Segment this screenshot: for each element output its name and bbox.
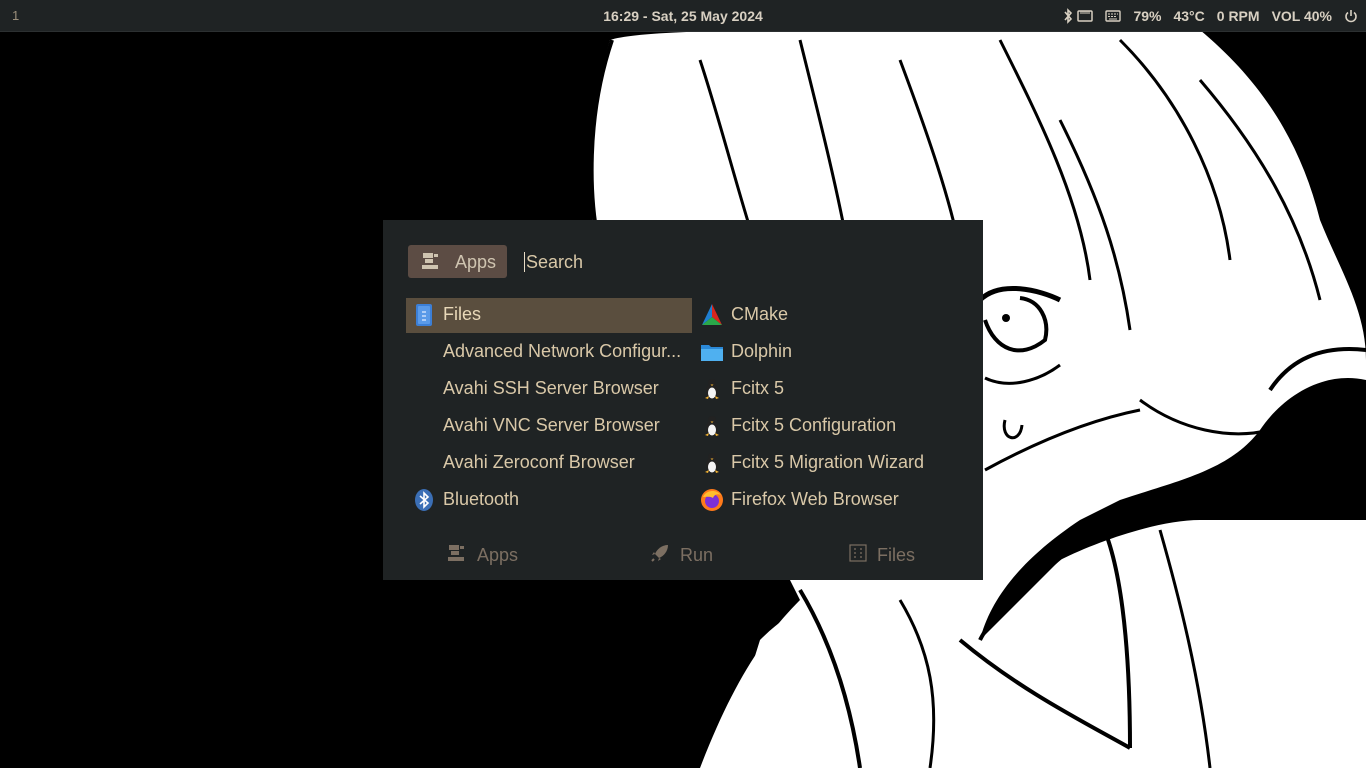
status-tray: 79% 43°C 0 RPM VOL 40%	[1063, 0, 1358, 32]
list-item[interactable]: Firefox Web Browser	[694, 483, 980, 518]
list-item[interactable]: Fcitx 5 Configuration	[694, 409, 980, 444]
tux-icon	[700, 414, 724, 438]
tux-icon	[700, 377, 724, 401]
item-label: Firefox Web Browser	[731, 489, 899, 509]
item-label: Dolphin	[731, 341, 793, 361]
item-label: Fcitx 5 Migration Wizard	[731, 452, 925, 472]
app-list-right-column: CMake Dolphin Fcitx 5 Fcitx 5 Configurat…	[694, 298, 980, 520]
item-label: Advanced Network Configur...	[443, 341, 682, 361]
power-icon[interactable]	[1344, 9, 1358, 23]
item-label: Avahi SSH Server Browser	[443, 378, 659, 398]
item-label: CMake	[731, 304, 789, 324]
files-tab-icon	[849, 543, 867, 567]
item-label: Avahi VNC Server Browser	[443, 415, 660, 435]
item-label: Fcitx 5	[731, 378, 785, 398]
text-caret	[524, 252, 525, 272]
item-label: Files	[443, 304, 482, 324]
battery-status[interactable]: 79%	[1133, 8, 1161, 24]
item-label: Bluetooth	[443, 489, 520, 509]
tab-files[interactable]: Files	[849, 540, 915, 570]
app-list-left-column: Files Advanced Network Configur... Avahi…	[406, 298, 692, 520]
files-icon	[412, 303, 436, 327]
mode-chip-label: Apps	[455, 252, 497, 272]
list-item[interactable]: Fcitx 5	[694, 372, 980, 407]
app-launcher: Apps Search Files Advanced Network Confi…	[383, 220, 983, 580]
dolphin-folder-icon	[700, 340, 724, 364]
mode-chip-apps[interactable]: Apps	[408, 245, 507, 278]
search-placeholder: Search	[526, 251, 584, 272]
top-bar: 1 16:29 - Sat, 25 May 2024 79% 43°C 0 RP…	[0, 0, 1366, 32]
firefox-icon	[700, 488, 724, 512]
tab-files-label: Files	[877, 544, 916, 565]
keyboard-icon[interactable]	[1105, 10, 1122, 22]
apps-tab-icon	[447, 544, 467, 567]
bluetooth-icon	[412, 488, 436, 512]
list-item[interactable]: Advanced Network Configur...	[406, 335, 692, 370]
tab-run-label: Run	[680, 544, 714, 565]
rocket-icon	[650, 543, 670, 568]
volume-status[interactable]: VOL 40%	[1272, 8, 1332, 24]
list-item[interactable]: Avahi VNC Server Browser	[406, 409, 692, 444]
list-item[interactable]: Bluetooth	[406, 483, 692, 518]
list-item[interactable]: Avahi Zeroconf Browser	[406, 446, 692, 481]
bluetooth-tray-icon[interactable]	[1063, 8, 1073, 24]
list-item[interactable]: CMake	[694, 298, 980, 333]
list-item[interactable]: Dolphin	[694, 335, 980, 370]
network-wired-icon[interactable]	[1077, 9, 1094, 23]
cmake-icon	[700, 303, 724, 327]
list-item[interactable]: Avahi SSH Server Browser	[406, 372, 692, 407]
list-item[interactable]: Files	[406, 298, 692, 333]
tab-apps[interactable]: Apps	[447, 540, 518, 570]
fan-status[interactable]: 0 RPM	[1217, 8, 1260, 24]
apps-mode-icon	[421, 252, 441, 275]
tab-apps-label: Apps	[477, 544, 519, 565]
list-item[interactable]: Fcitx 5 Migration Wizard	[694, 446, 980, 481]
mode-switcher: Apps Run Files	[383, 540, 983, 570]
tab-run[interactable]: Run	[650, 540, 713, 570]
temperature-status[interactable]: 43°C	[1173, 8, 1204, 24]
item-label: Avahi Zeroconf Browser	[443, 452, 635, 472]
search-input[interactable]: Search	[524, 248, 944, 276]
tux-icon	[700, 451, 724, 475]
item-label: Fcitx 5 Configuration	[731, 415, 897, 435]
desktop: 1 16:29 - Sat, 25 May 2024 79% 43°C 0 RP…	[0, 0, 1366, 768]
